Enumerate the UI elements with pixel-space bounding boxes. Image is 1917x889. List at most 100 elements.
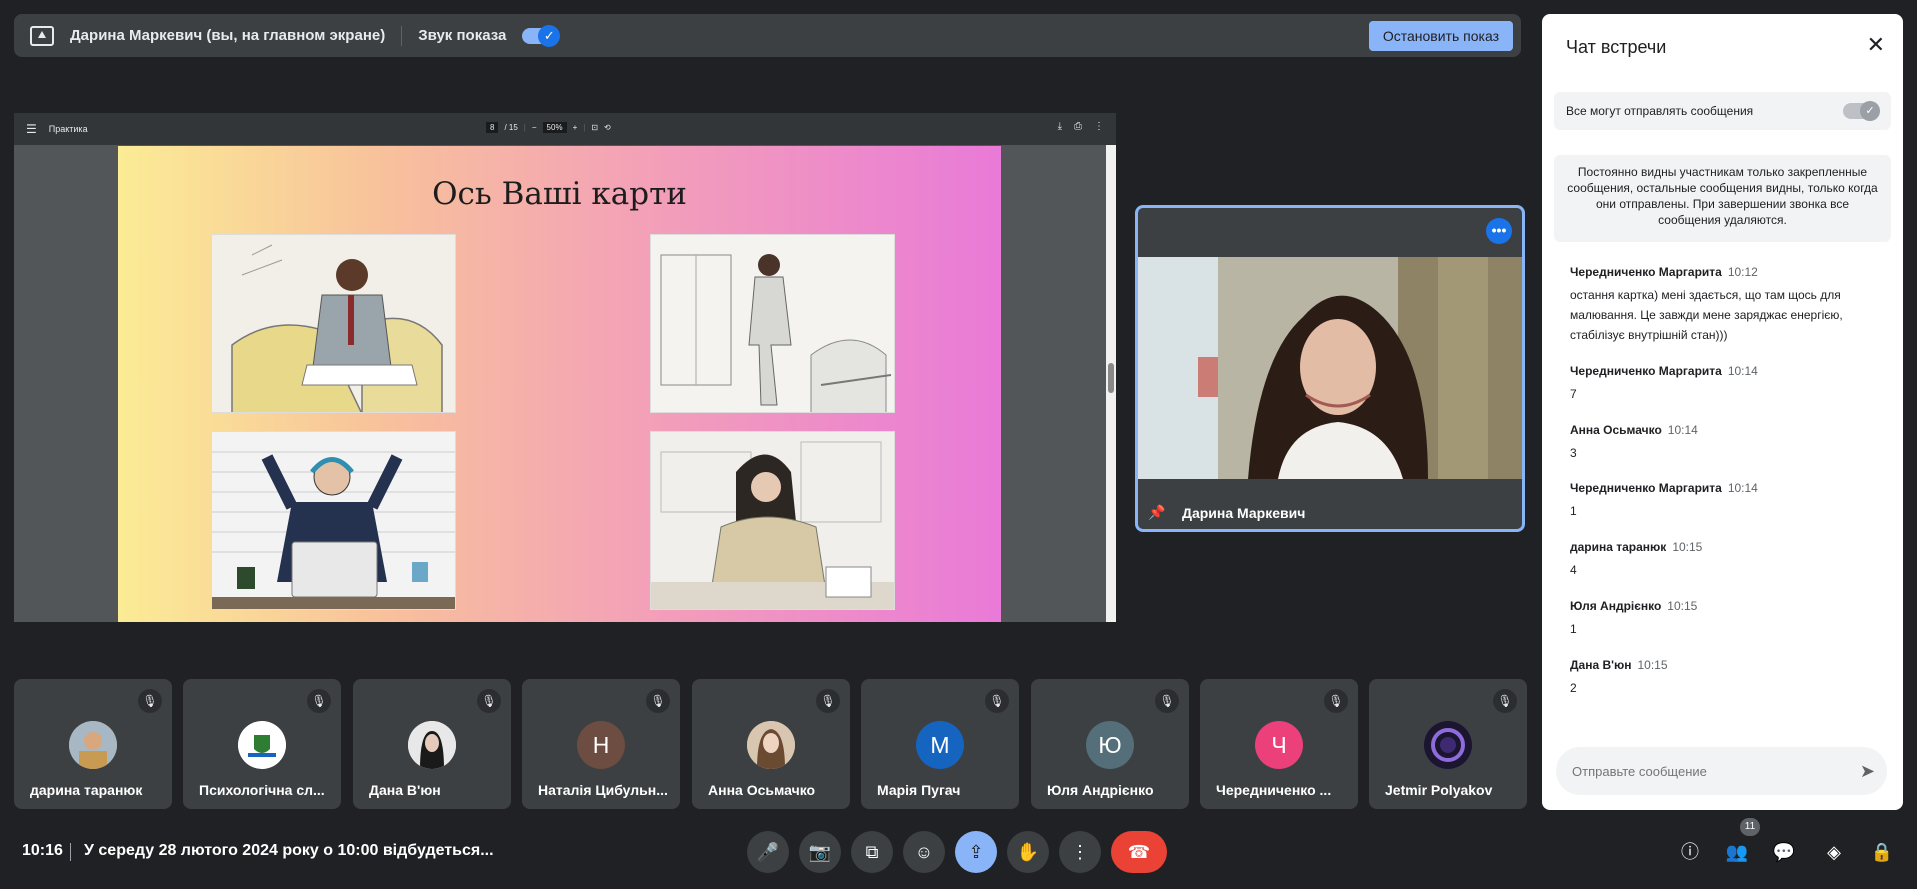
slide-title: Ось Ваші карти bbox=[432, 176, 687, 212]
meeting-info-button[interactable]: ⓘ bbox=[1676, 838, 1704, 866]
message-author: Юля Андрієнко bbox=[1570, 599, 1662, 613]
rotate-icon[interactable]: ⟲ bbox=[604, 123, 611, 132]
participant-tile[interactable]: 🎙 Н Наталія Цибульн... bbox=[522, 679, 680, 809]
message-text: 7 bbox=[1570, 387, 1577, 401]
participant-tile[interactable]: 🎙 дарина таранюк bbox=[14, 679, 172, 809]
participant-name: Jetmir Polyakov bbox=[1385, 782, 1493, 798]
close-icon[interactable]: ✕ bbox=[1867, 32, 1885, 58]
participant-name: Чередниченко ... bbox=[1216, 782, 1332, 798]
chat-message-input[interactable] bbox=[1556, 747, 1887, 795]
participant-name: Дана В'юн bbox=[369, 782, 441, 798]
emoji-icon: ☺ bbox=[914, 842, 934, 862]
card-image-woman-sweater bbox=[650, 431, 895, 610]
avatar: Ч bbox=[1255, 721, 1303, 769]
captions-button[interactable]: ⧉ bbox=[851, 831, 893, 873]
pdf-actions: ⤓ ⎙ ⋮ bbox=[1058, 121, 1104, 132]
more-options-icon[interactable]: ••• bbox=[1486, 218, 1512, 244]
mic-icon: 🎤 bbox=[756, 842, 780, 862]
participant-name: дарина таранюк bbox=[30, 782, 143, 798]
presentation-slide: Ось Ваші карти bbox=[118, 146, 1001, 622]
pdf-zoom-input[interactable]: 50% bbox=[542, 122, 567, 133]
chat-permission-label: Все могут отправлять сообщения bbox=[1566, 104, 1754, 118]
camera-button[interactable]: 📷 bbox=[799, 831, 841, 873]
pdf-doc-title: Практика bbox=[48, 124, 88, 134]
participant-tile[interactable]: 🎙 Ч Чередниченко ... bbox=[1200, 679, 1358, 809]
divider: | bbox=[583, 123, 586, 132]
fit-page-icon[interactable]: ⊡ bbox=[591, 123, 598, 132]
pdf-page-total: / 15 bbox=[504, 123, 518, 132]
divider: | bbox=[523, 123, 526, 132]
chat-icon: 💬 bbox=[1772, 842, 1796, 862]
people-button[interactable]: 👥 bbox=[1723, 838, 1751, 866]
participant-tile[interactable]: 🎙 Jetmir Polyakov bbox=[1369, 679, 1527, 809]
message-author: Чередниченко Маргарита bbox=[1570, 481, 1722, 495]
host-controls-button[interactable]: 🔒 bbox=[1868, 838, 1896, 866]
zoom-out-icon[interactable]: − bbox=[532, 123, 537, 132]
more-options-button[interactable]: ⋮ bbox=[1059, 831, 1101, 873]
message-time: 10:15 bbox=[1672, 540, 1703, 554]
share-sound-label: Звук показа bbox=[418, 27, 507, 44]
participant-tile[interactable]: 🎙 Анна Осьмачко bbox=[692, 679, 850, 809]
presenter-tile[interactable]: ••• 📌 Дарина Маркевич bbox=[1135, 205, 1525, 532]
leave-call-button[interactable]: ☎ bbox=[1111, 831, 1167, 873]
mic-off-icon: 🎙 bbox=[477, 689, 501, 713]
activities-icon: ◈ bbox=[1827, 842, 1841, 862]
chat-permission-toggle[interactable]: ✓ bbox=[1843, 101, 1880, 121]
message-text: 4 bbox=[1570, 563, 1577, 577]
pin-icon[interactable]: 📌 bbox=[1148, 504, 1165, 521]
participant-name: Юля Андрієнко bbox=[1047, 782, 1154, 798]
mic-off-icon: 🎙 bbox=[1324, 689, 1348, 713]
people-icon: 👥 bbox=[1725, 842, 1749, 862]
participant-name: Анна Осьмачко bbox=[708, 782, 816, 798]
print-icon[interactable]: ⎙ bbox=[1074, 121, 1082, 132]
participant-tile[interactable]: 🎙 Дана В'юн bbox=[353, 679, 511, 809]
participant-tile[interactable]: 🎙 Психологічна сл... bbox=[183, 679, 341, 809]
chat-button[interactable]: 💬 bbox=[1770, 838, 1798, 866]
presenter-video bbox=[1138, 257, 1522, 479]
chat-info-notice: Постоянно видны участникам только закреп… bbox=[1554, 155, 1891, 242]
participant-tile[interactable]: 🎙 М Марія Пугач bbox=[861, 679, 1019, 809]
clock: 10:16 bbox=[22, 842, 63, 859]
pdf-page-input[interactable]: 8 bbox=[486, 122, 499, 133]
activities-button[interactable]: ◈ bbox=[1820, 838, 1848, 866]
reactions-button[interactable]: ☺ bbox=[903, 831, 945, 873]
pdf-page-controls: 8 / 15 | − 50% + | ⊡ ⟲ bbox=[486, 122, 611, 133]
check-icon: ✓ bbox=[1860, 101, 1880, 121]
stop-presenting-button[interactable]: Остановить показ bbox=[1368, 21, 1513, 51]
info-icon: ⓘ bbox=[1681, 842, 1699, 862]
chat-message: Анна Осьмачко 10:14 3 bbox=[1570, 423, 1885, 463]
mic-off-icon: 🎙 bbox=[985, 689, 1009, 713]
message-text: 1 bbox=[1570, 504, 1577, 518]
participant-name: Психологічна сл... bbox=[199, 782, 325, 798]
scrollbar-thumb[interactable] bbox=[1108, 363, 1114, 393]
avatar bbox=[238, 721, 286, 769]
mic-button[interactable]: 🎤 bbox=[747, 831, 789, 873]
message-text: 1 bbox=[1570, 622, 1577, 636]
avatar bbox=[408, 721, 456, 769]
more-vert-icon[interactable]: ⋮ bbox=[1094, 121, 1104, 132]
divider bbox=[70, 843, 71, 861]
zoom-in-icon[interactable]: + bbox=[573, 123, 578, 132]
chat-title: Чат встречи bbox=[1566, 37, 1667, 57]
avatar bbox=[69, 721, 117, 769]
message-author: Дана В'юн bbox=[1570, 658, 1632, 672]
message-author: Анна Осьмачко bbox=[1570, 423, 1662, 437]
raise-hand-button[interactable]: ✋ bbox=[1007, 831, 1049, 873]
mic-off-icon: 🎙 bbox=[1493, 689, 1517, 713]
people-count-badge: 11 bbox=[1740, 818, 1760, 836]
message-time: 10:14 bbox=[1727, 364, 1758, 378]
participant-tile[interactable]: 🎙 Ю Юля Андрієнко bbox=[1031, 679, 1189, 809]
menu-icon[interactable]: ☰ bbox=[26, 122, 37, 136]
mic-off-icon: 🎙 bbox=[1155, 689, 1179, 713]
meeting-title: У середу 28 лютого 2024 року о 10:00 від… bbox=[84, 842, 494, 859]
download-icon[interactable]: ⤓ bbox=[1058, 121, 1062, 132]
message-author: Чередниченко Маргарита bbox=[1570, 265, 1722, 279]
participant-name: Марія Пугач bbox=[877, 782, 961, 798]
share-sound-toggle[interactable]: ✓ bbox=[522, 24, 561, 47]
pdf-scrollbar[interactable] bbox=[1106, 145, 1116, 622]
message-time: 10:15 bbox=[1637, 658, 1668, 672]
card-image-woman-office bbox=[650, 234, 895, 413]
send-icon[interactable]: ➤ bbox=[1860, 761, 1875, 782]
present-button[interactable]: ⇪ bbox=[955, 831, 997, 873]
hangup-icon: ☎ bbox=[1127, 842, 1151, 862]
